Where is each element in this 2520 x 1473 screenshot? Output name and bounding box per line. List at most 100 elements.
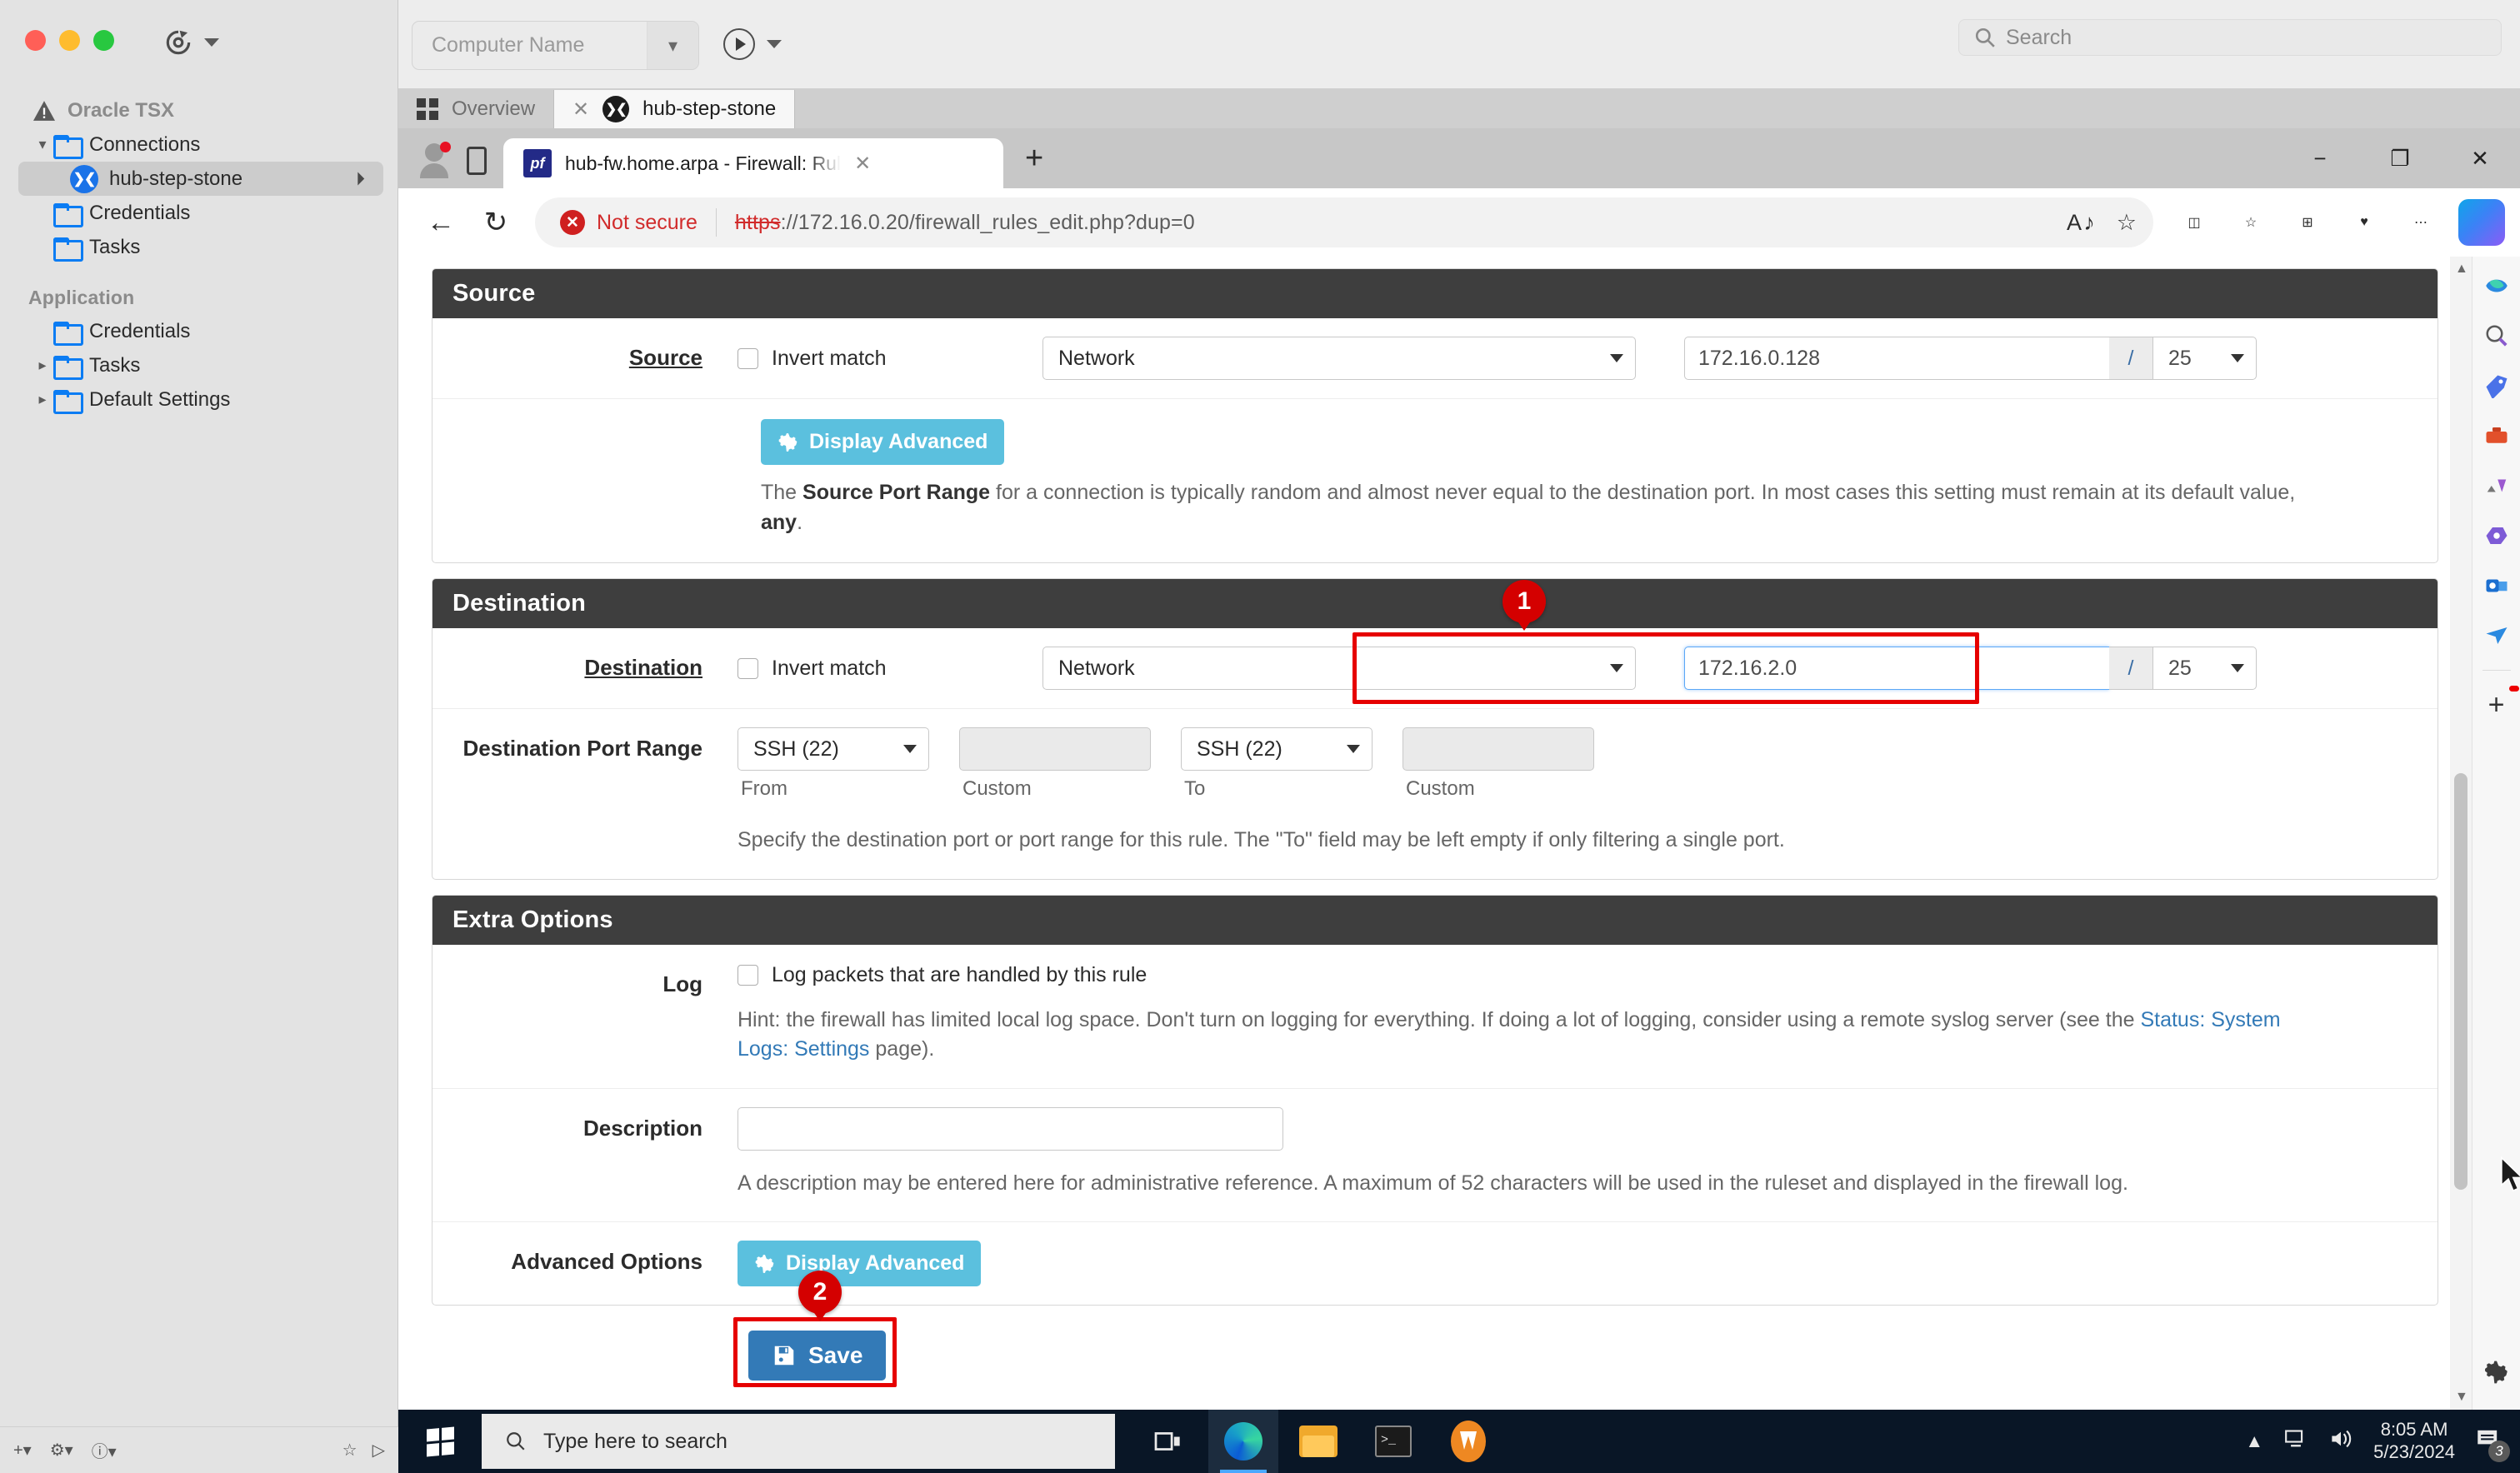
notification-center-button[interactable]: 3 (2475, 1427, 2502, 1456)
source-invert-match-checkbox[interactable]: Invert match (726, 347, 1042, 371)
checkbox-label: Log packets that are handled by this rul… (772, 963, 1147, 987)
connect-control-group[interactable] (723, 28, 782, 60)
tab-hub-step-stone[interactable]: ✕ ❯❮ hub-step-stone (554, 90, 795, 128)
window-traffic-lights[interactable] (25, 30, 114, 51)
destination-mask-select[interactable]: 25 (2152, 647, 2257, 690)
taskbar-mobaxterm-button[interactable] (1433, 1410, 1503, 1473)
settings-more-icon[interactable]: ⋯ (2397, 198, 2445, 247)
log-packets-checkbox[interactable]: Log packets that are handled by this rul… (726, 963, 1147, 987)
source-display-advanced-button[interactable]: Display Advanced (761, 419, 1004, 465)
back-icon[interactable]: ← (413, 195, 468, 250)
close-button[interactable]: ✕ (2440, 128, 2520, 188)
read-aloud-icon[interactable]: A ♪ (2067, 210, 2095, 236)
minimize-button[interactable]: − (2280, 128, 2360, 188)
browser-essentials-icon[interactable]: ♥ (2340, 198, 2388, 247)
close-icon[interactable]: ✕ (854, 152, 871, 176)
source-type-select[interactable]: Network (1042, 337, 1636, 380)
scroll-down-icon[interactable]: ▼ (2455, 1390, 2468, 1405)
destination-port-custom-from-input[interactable] (959, 727, 1151, 771)
task-view-button[interactable] (1133, 1410, 1203, 1473)
destination-port-custom-to-input[interactable] (1402, 727, 1594, 771)
advanced-display-advanced-button[interactable]: Display Advanced (738, 1241, 981, 1286)
refresh-control-group[interactable] (162, 27, 219, 58)
reload-icon[interactable]: ↻ (468, 195, 523, 250)
avatar[interactable] (420, 143, 448, 178)
taskbar-file-explorer-button[interactable] (1283, 1410, 1353, 1473)
collections-icon[interactable]: ⊞ (2283, 198, 2332, 247)
maximize-button[interactable]: ❐ (2360, 128, 2440, 188)
destination-type-select[interactable]: Network (1042, 647, 1636, 690)
volume-icon[interactable] (2328, 1428, 2353, 1455)
chevron-down-icon[interactable] (204, 38, 219, 47)
add-item-button[interactable]: +▾ (13, 1440, 32, 1461)
source-mask-select[interactable]: 25 (2152, 337, 2257, 380)
chevron-down-icon[interactable]: ▾ (647, 22, 698, 69)
chevron-down-icon[interactable] (767, 40, 782, 48)
checkbox[interactable] (738, 348, 758, 369)
checkbox[interactable] (738, 965, 758, 986)
scroll-up-icon[interactable]: ▲ (2455, 262, 2468, 277)
destination-port-to-select[interactable]: SSH (22) (1181, 727, 1372, 771)
play-icon[interactable] (723, 28, 755, 60)
add-sidebar-app-icon[interactable]: + (2481, 689, 2512, 721)
sidebar-item-app-credentials[interactable]: Credentials (0, 314, 398, 348)
send-icon[interactable] (2481, 620, 2512, 652)
computer-name-combobox[interactable]: Computer Name ▾ (412, 21, 699, 70)
office-icon[interactable] (2481, 520, 2512, 552)
sidebar-item-default-settings[interactable]: ▸ Default Settings (0, 382, 398, 417)
destination-port-from-select[interactable]: SSH (22) (738, 727, 929, 771)
page-scrollbar[interactable]: ▲ ▼ (2450, 257, 2472, 1410)
favorites-icon[interactable]: ☆ (2227, 198, 2275, 247)
sidebar-item-tasks[interactable]: Tasks (0, 230, 398, 264)
network-icon[interactable] (2283, 1428, 2308, 1455)
host-search-box[interactable]: Search (1958, 19, 2502, 56)
chevron-right-icon[interactable]: ▸ (32, 357, 53, 374)
refresh-icon[interactable] (162, 27, 194, 58)
copilot-icon[interactable] (2458, 199, 2505, 246)
show-hidden-icons-button[interactable]: ▲ (2245, 1431, 2263, 1452)
checkbox[interactable] (738, 658, 758, 679)
scrollbar-thumb[interactable] (2454, 773, 2468, 1190)
vertical-tabs-icon[interactable] (467, 147, 487, 175)
minimize-window-button[interactable] (59, 30, 80, 51)
play-icon[interactable]: ▷ (372, 1440, 385, 1461)
chevron-right-icon[interactable]: ▸ (32, 391, 53, 408)
sidebar-root-oracle-tsx[interactable]: Oracle TSX (0, 93, 398, 127)
destination-address-input[interactable]: 172.16.2.0 (1684, 647, 2109, 690)
taskbar-search-box[interactable]: Type here to search (482, 1414, 1115, 1469)
favorite-icon[interactable]: ☆ (342, 1440, 358, 1461)
taskbar-terminal-button[interactable] (1358, 1410, 1428, 1473)
close-window-button[interactable] (25, 30, 46, 51)
games-icon[interactable] (2481, 470, 2512, 502)
description-input[interactable] (738, 1107, 1283, 1151)
not-secure-indicator[interactable]: ✕ Not secure (560, 210, 698, 235)
tab-overview[interactable]: Overview (398, 90, 554, 128)
split-screen-icon[interactable]: ◫ (2170, 198, 2218, 247)
source-address-input[interactable]: 172.16.0.128 (1684, 337, 2109, 380)
taskbar-edge-button[interactable] (1208, 1410, 1278, 1473)
gear-icon[interactable] (2481, 1356, 2512, 1388)
chevron-down-icon[interactable]: ▾ (32, 136, 53, 153)
browser-tab-firewall-rules[interactable]: pf hub-fw.home.arpa - Firewall: Rul ✕ (503, 138, 1003, 188)
tools-icon[interactable] (2481, 420, 2512, 452)
settings-menu-button[interactable]: ⚙▾ (50, 1440, 73, 1461)
sidebar-item-app-tasks[interactable]: ▸ Tasks (0, 348, 398, 382)
save-button[interactable]: Save (748, 1331, 886, 1381)
search-icon[interactable] (2481, 320, 2512, 352)
sidebar-item-hub-step-stone[interactable]: ❯❮ hub-step-stone ⏵ (18, 162, 383, 196)
help-menu-button[interactable]: ⓘ▾ (92, 1438, 117, 1462)
shopping-tag-icon[interactable] (2481, 370, 2512, 402)
taskbar-clock[interactable]: 8:05 AM 5/23/2024 (2373, 1419, 2455, 1464)
copilot-icon[interactable] (2481, 270, 2512, 302)
close-icon[interactable]: ✕ (572, 97, 589, 122)
destination-invert-match-checkbox[interactable]: Invert match (726, 657, 1042, 681)
sidebar-item-credentials[interactable]: Credentials (0, 196, 398, 230)
zoom-window-button[interactable] (93, 30, 114, 51)
eject-icon[interactable]: ⏵ (356, 168, 365, 190)
start-button[interactable] (398, 1428, 482, 1456)
favorite-star-icon[interactable]: ☆ (2117, 210, 2137, 236)
outlook-icon[interactable] (2481, 570, 2512, 602)
new-tab-button[interactable]: + (1003, 141, 1065, 188)
address-input[interactable]: ✕ Not secure https://172.16.0.20/firewal… (535, 197, 2153, 247)
sidebar-item-connections[interactable]: ▾ Connections (0, 127, 398, 162)
